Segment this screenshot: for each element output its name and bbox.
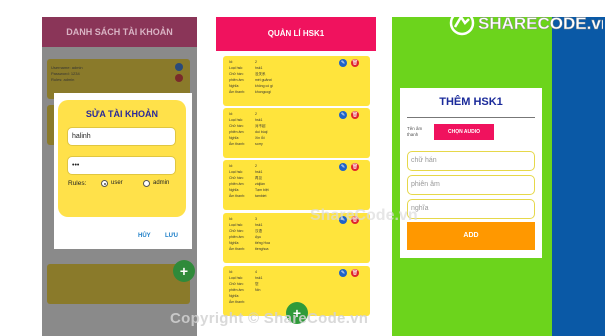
account-card[interactable]: [47, 264, 190, 304]
hsk-row-type: Loại hsk: hsk1: [229, 276, 263, 280]
hsk1-manage-header: QUẢN LÍ HSK1: [216, 17, 376, 51]
account-row-rules: Rules: admin: [51, 77, 75, 82]
hsk-row-meaning: Nghĩa: không có gì: [229, 84, 274, 88]
hsk-row-id: Id: 2: [229, 112, 257, 116]
hsk-row-audio: Âm thanh: khongcogi: [229, 90, 271, 94]
hsk-row-pinyin: phiên âm: Ạyu: [229, 235, 262, 239]
delete-icon[interactable]: 🗑: [351, 269, 359, 277]
title-divider: [407, 117, 535, 118]
hsk-row-id: Id: 4: [229, 270, 257, 274]
logo-text: SHARECODE.vn: [478, 14, 603, 33]
plus-icon: +: [179, 263, 189, 279]
dialog-title: SỬA TÀI KHOẢN: [85, 109, 159, 119]
save-button[interactable]: LƯU: [165, 233, 178, 239]
hsk-row-type: Loại hsk: hsk1: [229, 223, 263, 227]
account-list-header: DANH SÁCH TÀI KHOẢN: [42, 17, 197, 47]
watermark-copyright: Copyright © ShareCode.vn: [170, 310, 369, 327]
watermark-center: ShareCode.vn: [310, 207, 418, 224]
hsk-row-audio: Âm thanh: tienghoa: [229, 247, 269, 251]
delete-icon[interactable]: 🗑: [351, 111, 359, 119]
sharecode-logo: SHARECODE.vn: [448, 5, 605, 41]
username-input[interactable]: halinh: [67, 127, 176, 146]
edit-icon[interactable]: ✎: [339, 111, 347, 119]
hsk-row-type: Loại hsk: hsk1: [229, 66, 263, 70]
rule-admin-radio[interactable]: [143, 180, 150, 187]
delete-icon[interactable]: [175, 74, 183, 82]
edit-icon[interactable]: ✎: [339, 59, 347, 67]
hsk-row-chinese: Chữ hán: 再见: [229, 176, 262, 180]
edit-icon[interactable]: [175, 63, 183, 71]
delete-icon[interactable]: 🗑: [351, 59, 359, 67]
hsk-card[interactable]: Id: 2 Loại hsk: hsk1 Chữ hán: 再见 phiên âm: zàij…: [223, 160, 370, 210]
add-button[interactable]: ADD: [407, 222, 535, 250]
hsk-row-chinese: Chữ hán: 您: [229, 282, 259, 286]
cancel-button[interactable]: HỦY: [138, 233, 151, 239]
edit-icon[interactable]: ✎: [339, 163, 347, 171]
hsk-row-audio: Âm thanh: tambiet: [229, 194, 267, 198]
hsk-row-chinese: Chữ hán: 汉语: [229, 229, 262, 233]
hsk-row-pinyin: phiên âm: duì bùqǐ: [229, 130, 268, 134]
hsk-row-pinyin: phiên âm: méi guānxi: [229, 78, 272, 82]
edit-icon[interactable]: ✎: [339, 269, 347, 277]
hsk-row-pinyin: phiên âm: Nín: [229, 288, 261, 292]
hsk-row-chinese: Chữ hán: 没关系: [229, 72, 266, 76]
rule-admin-label: admin: [153, 180, 170, 186]
rule-user-label: user: [111, 180, 123, 186]
rules-label: Rules:: [68, 180, 87, 187]
hsk-row-pinyin: phiên âm: zàijiàn: [229, 182, 265, 186]
hsk-row-chinese: Chữ hán: 对不起: [229, 124, 266, 128]
rule-user-radio[interactable]: [101, 180, 108, 187]
hsk-row-type: Loại hsk: hsk1: [229, 118, 263, 122]
side-panel: [552, 17, 605, 336]
hsk-row-id: Id: 2: [229, 60, 257, 64]
hsk-card[interactable]: Id: 2 Loại hsk: hsk1 Chữ hán: 对不起 phiên âm: duì…: [223, 108, 370, 158]
delete-icon[interactable]: 🗑: [351, 163, 359, 171]
hsk-row-id: Id: 3: [229, 217, 257, 221]
add-hsk1-title: THÊM HSK1: [439, 96, 503, 108]
hsk-row-meaning: Nghĩa: Tạm biệt: [229, 188, 269, 192]
audio-name-label: Tên âm thanh: [407, 126, 423, 137]
pinyin-input[interactable]: phiên âm: [407, 175, 535, 195]
chinese-input[interactable]: chữ hán: [407, 151, 535, 171]
hsk-card[interactable]: Id: 2 Loại hsk: hsk1 Chữ hán: 没关系 phiên âm: méi…: [223, 56, 370, 106]
choose-audio-button[interactable]: CHỌN AUDIO: [434, 124, 494, 140]
password-input[interactable]: •••: [67, 156, 176, 175]
hsk-row-meaning: Nghĩa: tiếng Hoa: [229, 241, 270, 245]
meaning-input[interactable]: nghĩa: [407, 199, 535, 219]
hsk-row-meaning: Nghĩa:: [229, 294, 240, 298]
hsk-row-audio: Âm thanh: sorry: [229, 142, 263, 146]
hsk-row-type: Loại hsk: hsk1: [229, 170, 263, 174]
hsk-row-audio: Âm thanh:: [229, 300, 245, 304]
hsk-row-meaning: Nghĩa: Xin lỗi: [229, 136, 265, 140]
hsk-row-id: Id: 2: [229, 164, 257, 168]
add-account-fab[interactable]: +: [173, 260, 195, 282]
